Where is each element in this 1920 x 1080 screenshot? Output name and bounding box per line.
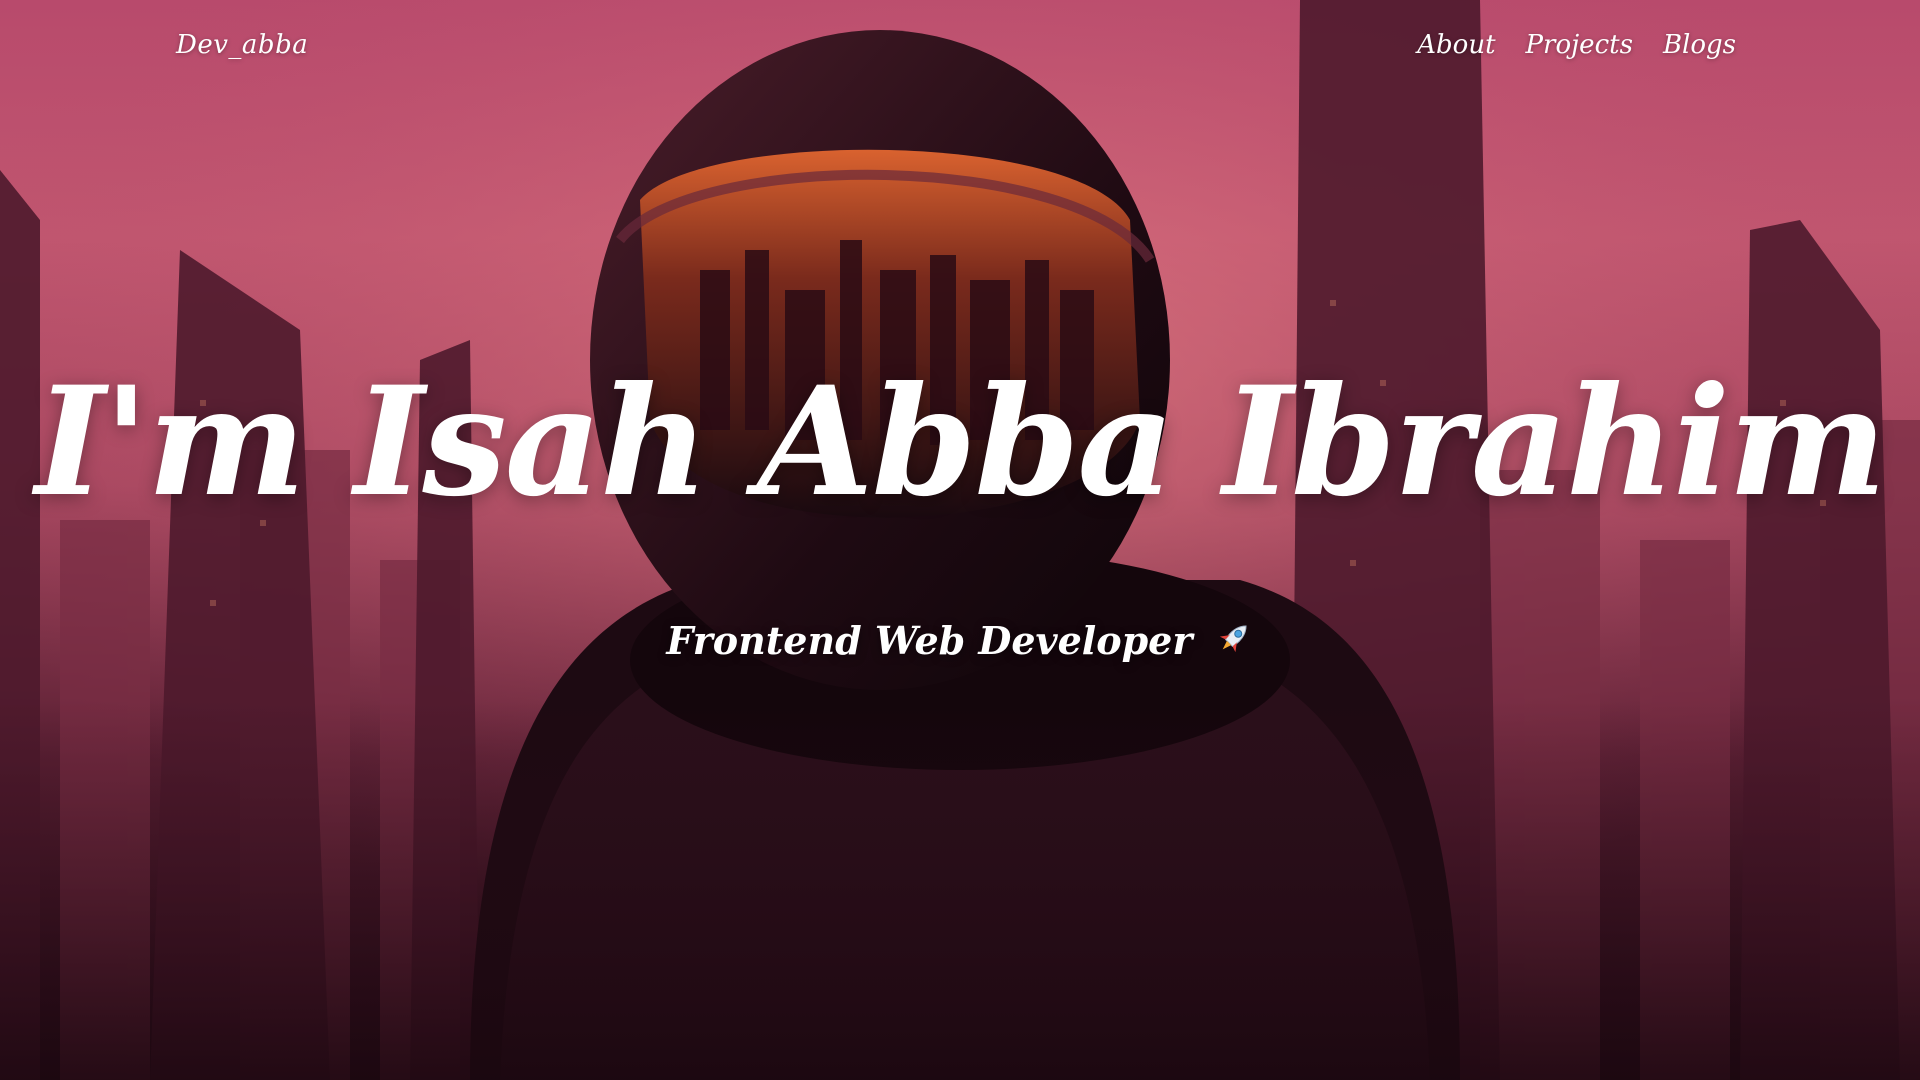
hero-subtitle: Frontend Web Developer bbox=[666, 618, 1193, 663]
nav-link-about[interactable]: About bbox=[1417, 30, 1495, 60]
brand-logo[interactable]: Dev_abba bbox=[176, 30, 308, 60]
hero-title: I'm Isah Abba Ibrahim bbox=[35, 354, 1887, 530]
rocket-icon bbox=[1214, 618, 1254, 667]
top-nav: Dev_abba About Projects Blogs bbox=[0, 0, 1920, 100]
hero-section: Dev_abba About Projects Blogs I'm Isah A… bbox=[0, 0, 1920, 1080]
hero-subtitle-row: Frontend Web Developer bbox=[0, 618, 1920, 667]
nav-link-blogs[interactable]: Blogs bbox=[1663, 30, 1736, 60]
background-image bbox=[0, 0, 1920, 1080]
nav-links: About Projects Blogs bbox=[1417, 30, 1736, 60]
nav-link-projects[interactable]: Projects bbox=[1526, 30, 1633, 60]
